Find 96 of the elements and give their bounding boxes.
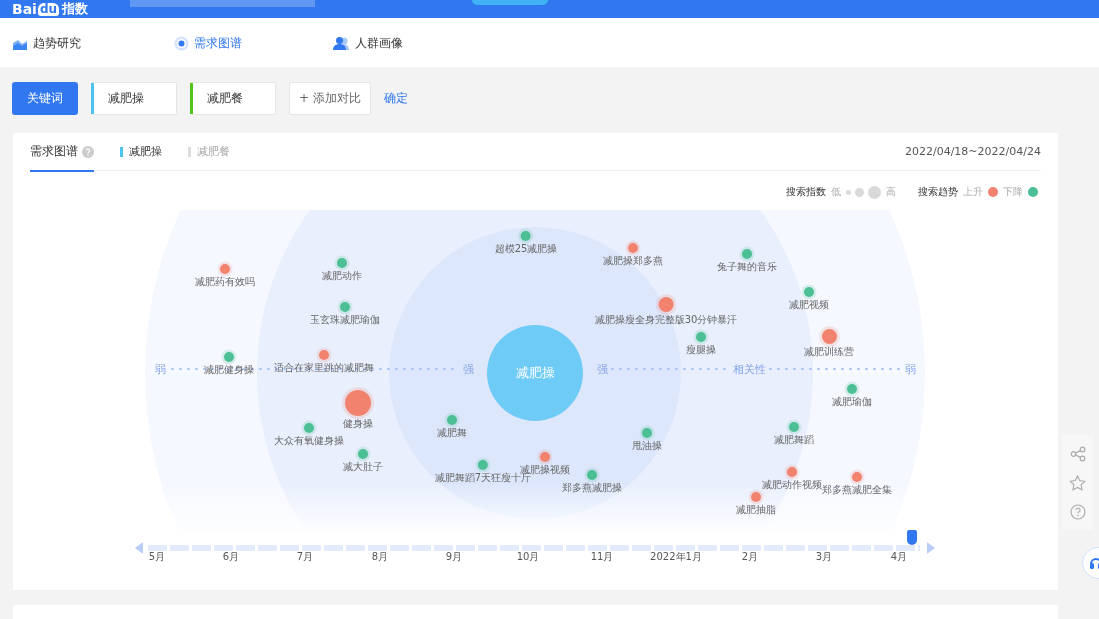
trend-dot[interactable] (628, 243, 638, 253)
keyword-label[interactable]: 超模25减肥操 (494, 243, 558, 255)
trend-dot[interactable] (852, 472, 862, 482)
legend-up-label: 上升 (963, 185, 983, 199)
trend-dot[interactable] (847, 384, 857, 394)
keyword-label[interactable]: 减肥动作视频 (762, 479, 822, 491)
keyword-label[interactable]: 减肥视频 (789, 299, 829, 311)
keyword-label[interactable]: 适合在家里跳的减肥舞 (274, 362, 374, 374)
legend-label: 搜索指数 (786, 185, 826, 199)
month-label: 10月 (516, 550, 540, 564)
keyword-label[interactable]: 兔子舞的音乐 (717, 261, 777, 273)
users-icon (333, 36, 350, 51)
axis-label: 弱 (154, 361, 166, 377)
keyword-label[interactable]: 减肥动作 (322, 270, 362, 282)
trend-dot[interactable] (478, 460, 488, 470)
trend-dot[interactable] (220, 264, 230, 274)
keyword-label[interactable]: 减肥操郑多燕 (603, 255, 663, 267)
keyword-label[interactable]: 瘦腿操 (686, 344, 716, 356)
target-icon (174, 36, 189, 51)
keyword-label[interactable]: 玉玄珠减肥瑜伽 (310, 314, 380, 326)
nav-tab[interactable]: 趋势研究 (33, 35, 81, 52)
trend-dot[interactable] (304, 423, 314, 433)
month-label: 2022年1月 (650, 550, 702, 564)
month-label: 5月 (148, 550, 166, 564)
previous-arrow-icon[interactable] (135, 542, 143, 554)
large-dot-icon (868, 185, 881, 199)
trend-dot[interactable] (804, 287, 814, 297)
legend-down-label: 下降 (1003, 185, 1023, 199)
timeline-handle[interactable] (907, 530, 918, 545)
falling-dot-icon (1028, 187, 1038, 197)
keyword-label[interactable]: 减肥训练营 (804, 345, 854, 358)
month-label: 3月 (815, 550, 833, 564)
keyword-label[interactable]: 甩油操 (632, 440, 662, 452)
keyword-label[interactable]: 减肥抽脂 (736, 504, 776, 516)
keyword-label[interactable]: 大众有氧健身操 (274, 435, 344, 447)
trend-dot[interactable] (789, 422, 799, 432)
keyword-label[interactable]: 健身操 (343, 418, 373, 430)
month-label: 11月 (590, 550, 614, 564)
help-icon[interactable] (1069, 503, 1086, 520)
small-dot-icon (846, 189, 851, 195)
legend-label: 搜索趋势 (918, 185, 958, 199)
month-label: 2月 (741, 550, 759, 564)
brand-logo-text: Bai (12, 1, 37, 17)
product-name: 指数 (62, 1, 89, 17)
next-arrow-icon[interactable] (927, 542, 935, 554)
nav-tab[interactable]: 人群画像 (355, 35, 403, 52)
search-button[interactable] (472, 0, 548, 5)
keyword-label[interactable]: 减肥健身操 (204, 364, 254, 376)
legend-low-label: 低 (831, 185, 841, 199)
trend-dot[interactable] (696, 332, 706, 342)
paw-logo-text: du (37, 2, 60, 16)
trend-dot[interactable] (540, 452, 550, 462)
headset-icon (1089, 556, 1099, 570)
medium-dot-icon (855, 187, 864, 197)
axis-label: 强 (596, 361, 608, 377)
month-label: 7月 (296, 550, 314, 564)
search-field[interactable] (130, 0, 315, 7)
month-label: 6月 (222, 550, 240, 564)
card-title[interactable]: 需求图谱 (30, 143, 78, 160)
keyword-label[interactable]: 郑多燕减肥全集 (822, 484, 892, 496)
trend-dot[interactable] (358, 449, 368, 459)
keyword-toggle[interactable]: 减肥操 (120, 144, 162, 159)
axis-label: 强 (462, 361, 474, 377)
trend-dot[interactable] (319, 350, 329, 360)
star-icon[interactable] (1069, 474, 1086, 491)
trend-dot[interactable] (742, 249, 752, 259)
date-range: 2022/04/18~2022/04/24 (904, 145, 1041, 158)
legend-high-label: 高 (886, 185, 896, 199)
keyword-label[interactable]: 郑多燕减肥操 (562, 482, 622, 494)
keyword-label[interactable]: 减肥操瘦全身完整版30分钟暴汗 (594, 313, 738, 326)
trend-dot[interactable] (447, 415, 457, 425)
trend-dot[interactable] (587, 470, 597, 480)
help-icon[interactable] (82, 145, 94, 158)
trend-dot[interactable] (751, 492, 761, 502)
trend-dot[interactable] (340, 302, 350, 312)
trend-dot[interactable] (642, 428, 652, 438)
confirm-link[interactable]: 确定 (384, 90, 408, 107)
rising-dot-icon (988, 187, 998, 197)
month-label: 4月 (890, 550, 908, 564)
add-compare-button[interactable]: + 添加对比 (289, 82, 371, 115)
trend-dot[interactable] (224, 352, 234, 362)
axis-label: 弱 (904, 361, 916, 377)
share-icon[interactable] (1069, 445, 1086, 462)
trend-dot[interactable] (337, 258, 347, 268)
keyword-label[interactable]: 减肥瑜伽 (832, 396, 872, 408)
trend-dot[interactable] (521, 231, 531, 241)
keyword-button[interactable]: 关键词 (12, 82, 78, 115)
keyword-label[interactable]: 减大肚子 (343, 461, 383, 473)
month-label: 8月 (371, 550, 389, 564)
keyword-label[interactable]: 减肥药有效吗 (195, 276, 255, 288)
nav-tab[interactable]: 需求图谱 (194, 35, 242, 52)
keyword-label[interactable]: 减肥舞 (437, 427, 467, 439)
axis-label: 相关性 (732, 361, 766, 377)
keyword-label[interactable]: 减肥舞蹈 (774, 434, 814, 446)
month-label: 9月 (445, 550, 463, 564)
trend-dot[interactable] (787, 467, 797, 477)
